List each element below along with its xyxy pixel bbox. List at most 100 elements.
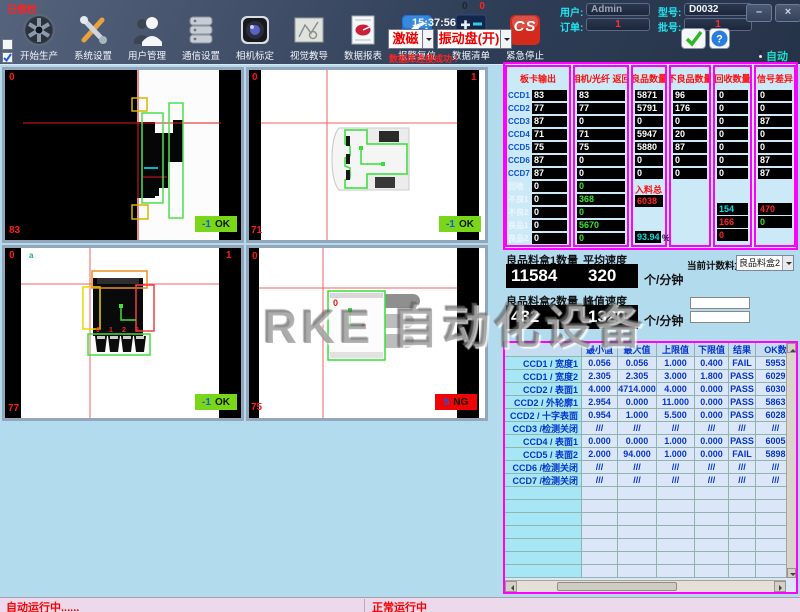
cell-lower: 0.000 bbox=[695, 383, 729, 396]
stat-row: 0 bbox=[715, 102, 750, 115]
option-checkbox-unchecked[interactable] bbox=[2, 39, 13, 50]
production-wheel-icon bbox=[22, 13, 56, 47]
value-box: 71 bbox=[532, 129, 567, 140]
table-row[interactable]: CCD7 /检测关闭 /// /// /// /// /// /// bbox=[505, 474, 796, 487]
table-row[interactable]: CCD3 /检测关闭 /// /// /// /// /// /// bbox=[505, 422, 796, 435]
cell-upper: 5.500 bbox=[657, 409, 695, 422]
value-box: 5880 bbox=[635, 142, 663, 153]
value-box: 0 bbox=[532, 220, 567, 231]
scroll-left-icon[interactable] bbox=[505, 581, 517, 592]
scroll-track[interactable] bbox=[517, 581, 774, 592]
stat-row: 5871 bbox=[633, 89, 665, 102]
status-bar: 自动运行中...... 正常运行中 bbox=[0, 597, 800, 612]
row-label: 回收 bbox=[507, 181, 530, 192]
toolbar-item-user-management[interactable]: 用户管理 bbox=[120, 13, 174, 62]
stat-row: 75 bbox=[575, 141, 627, 154]
column-rows: 96 176 0 20 87 0 0 bbox=[671, 89, 709, 180]
scroll-up-icon[interactable] bbox=[787, 343, 796, 353]
value-box: 0 bbox=[717, 103, 748, 114]
camera4-count-top: 0 bbox=[252, 251, 258, 262]
table-row[interactable]: CCD1 / 宽度2 2.305 2.305 3.000 1.800 PASS … bbox=[505, 370, 796, 383]
cell-result: PASS bbox=[729, 370, 756, 383]
value-box: 0 bbox=[577, 233, 625, 244]
vertical-scrollbar[interactable] bbox=[786, 343, 796, 578]
cell-upper: /// bbox=[657, 461, 695, 474]
stat-row: 5791 bbox=[633, 102, 665, 115]
counter-a: 0 bbox=[462, 1, 468, 12]
cell-lower: 0.000 bbox=[695, 409, 729, 422]
camera2-count-bottom: 71 bbox=[251, 225, 262, 236]
value-box: 0 bbox=[758, 129, 792, 140]
column-header: 良品数量 bbox=[633, 67, 665, 89]
cell-upper: 11.000 bbox=[657, 396, 695, 409]
stat-row: 77 bbox=[575, 102, 627, 115]
toolbar-item-comm-settings[interactable]: 通信设置 bbox=[174, 13, 228, 62]
aux-input-2[interactable] bbox=[690, 311, 750, 323]
scroll-thumb[interactable] bbox=[557, 582, 677, 591]
table-row[interactable]: CCD2 / 十字表面 0.954 1.000 5.500 0.000 PASS… bbox=[505, 409, 796, 422]
value-box: 87 bbox=[532, 155, 567, 166]
stat-row: CCD7 87 bbox=[507, 167, 569, 180]
confirm-button[interactable] bbox=[681, 28, 706, 49]
table-row[interactable]: CCD2 / 外轮廓1 2.954 0.000 11.000 0.000 PAS… bbox=[505, 396, 796, 409]
stat-row: CCD3 87 bbox=[507, 115, 569, 128]
toolbar-item-camera-calibration[interactable]: 相机标定 bbox=[228, 13, 282, 62]
toolbar-item-system-settings[interactable]: 系统设置 bbox=[66, 13, 120, 62]
stat-row: 5670 bbox=[575, 219, 627, 232]
toolbar-item-label: 视觉教导 bbox=[290, 48, 328, 62]
row-label: CCD7 bbox=[507, 169, 530, 178]
table-body: CCD1 / 宽度1 0.056 0.056 1.000 0.400 FAIL … bbox=[505, 357, 796, 487]
cell-max: 2.305 bbox=[618, 370, 657, 383]
leg-label: 0 bbox=[96, 327, 100, 334]
value-box: 0 bbox=[717, 129, 748, 140]
cell-name: CCD4 / 表面1 bbox=[505, 435, 582, 448]
scroll-right-icon[interactable] bbox=[774, 581, 786, 592]
empty-row bbox=[505, 526, 796, 539]
main-window: 已授权 开始生产 系统设置 用户管理 bbox=[0, 0, 800, 612]
cell-max: /// bbox=[618, 422, 657, 435]
model-field[interactable]: D0032 bbox=[684, 3, 752, 16]
camera3-mark: a bbox=[29, 251, 33, 260]
table-row[interactable]: CCD6 /检测关闭 /// /// /// /// /// /// bbox=[505, 461, 796, 474]
stat-row: CCD6 87 bbox=[507, 154, 569, 167]
data-report-icon bbox=[346, 13, 380, 47]
signal-extra-2: 0 bbox=[758, 216, 792, 228]
chevron-down-icon[interactable] bbox=[782, 256, 793, 270]
column-header: 信号差异 bbox=[756, 67, 794, 89]
table-header-row: 最小值 最大值 上限值 下限值 结果 OK数 bbox=[505, 343, 796, 357]
toolbar-item-label: 相机标定 bbox=[236, 48, 274, 62]
status-right: 正常运行中 bbox=[372, 599, 427, 612]
scroll-down-icon[interactable] bbox=[787, 568, 796, 578]
table-row[interactable]: CCD5 / 表面2 2.000 94.000 1.000 0.000 FAIL… bbox=[505, 448, 796, 461]
excite-dropdown-icon[interactable] bbox=[422, 29, 434, 49]
row-label: CCD6 bbox=[507, 156, 530, 165]
order-label: 订单: bbox=[560, 19, 583, 34]
camera1-result-badge: -1 OK bbox=[195, 216, 237, 232]
toolbar-item-start-production[interactable]: 开始生产 bbox=[12, 13, 66, 62]
option-checkbox-checked[interactable] bbox=[2, 52, 13, 63]
stat-row: 0 bbox=[575, 167, 627, 180]
minimize-button[interactable]: – bbox=[746, 4, 772, 22]
user-field[interactable]: Admin bbox=[586, 3, 650, 16]
value-box: 77 bbox=[577, 103, 625, 114]
value-box: 0 bbox=[532, 181, 567, 192]
vibrator-dropdown-icon[interactable] bbox=[500, 29, 512, 49]
value-box: 0 bbox=[532, 194, 567, 205]
order-field[interactable]: 1 bbox=[586, 18, 650, 31]
stat-row: 87 bbox=[671, 141, 709, 154]
table-row[interactable]: CCD1 / 宽度1 0.056 0.056 1.000 0.400 FAIL … bbox=[505, 357, 796, 370]
stat-row: 0 bbox=[575, 232, 627, 245]
cell-lower: 0.400 bbox=[695, 357, 729, 370]
excite-button[interactable]: 激磁 bbox=[388, 29, 423, 49]
help-button[interactable]: ? bbox=[709, 28, 730, 49]
table-row[interactable]: CCD4 / 表面1 0.000 0.000 1.000 0.000 PASS … bbox=[505, 435, 796, 448]
aux-input-1[interactable] bbox=[690, 297, 750, 309]
current-box-select[interactable]: 良品料盒2 bbox=[736, 255, 794, 271]
horizontal-scrollbar[interactable] bbox=[505, 580, 786, 592]
table-row[interactable]: CCD2 / 表面1 4.000 4714.000 4.000 0.000 PA… bbox=[505, 383, 796, 396]
vibrator-button[interactable]: 振动盘(开) bbox=[437, 29, 501, 49]
column-header: 相机/光纤 返回 bbox=[575, 67, 627, 89]
toolbar-item-vision-teaching[interactable]: 视觉教导 bbox=[282, 13, 336, 62]
toolbar-item-data-report[interactable]: 数据报表 bbox=[336, 13, 390, 62]
close-button[interactable]: × bbox=[775, 4, 800, 22]
